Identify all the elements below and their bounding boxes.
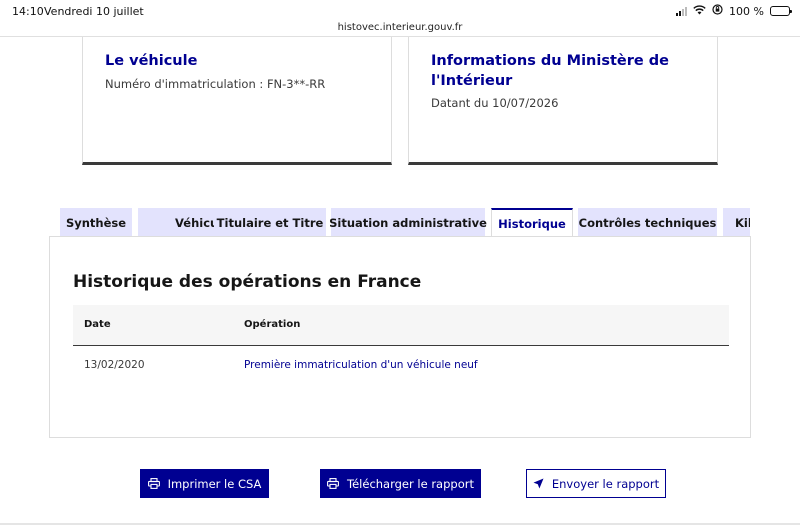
- table-row: 13/02/2020 Première immatriculation d'un…: [73, 347, 729, 387]
- status-time: 14:10: [12, 5, 44, 18]
- ministry-card: Informations du Ministère de l'Intérieur…: [408, 37, 718, 165]
- column-header-operation: Opération: [244, 319, 301, 330]
- ministry-date: Datant du 10/07/2026: [431, 96, 559, 110]
- ministry-card-title: Informations du Ministère de l'Intérieur: [431, 53, 669, 89]
- status-indicators: 100 %: [676, 4, 792, 18]
- history-panel: Historique des opérations en France Date…: [49, 236, 751, 438]
- printer-icon: [327, 478, 339, 489]
- registration-number: Numéro d'immatriculation : FN-3**-RR: [105, 77, 326, 91]
- vehicle-card-title: Le véhicule: [105, 53, 198, 69]
- tab-bar: Synthèse Véhicule Titulaire et Titre Sit…: [60, 208, 750, 237]
- print-csa-button[interactable]: Imprimer le CSA: [140, 469, 269, 498]
- send-report-button[interactable]: Envoyer le rapport: [526, 469, 666, 498]
- battery-percentage: 100 %: [729, 4, 764, 18]
- send-report-label: Envoyer le rapport: [551, 476, 660, 491]
- row-date: 13/02/2020: [84, 359, 145, 371]
- paper-plane-icon: [533, 478, 544, 489]
- wifi-icon: [693, 4, 706, 18]
- tab-controles-techniques[interactable]: Contrôles techniques: [578, 208, 717, 237]
- battery-icon: [770, 6, 792, 16]
- row-operation: Première immatriculation d'un véhicule n…: [244, 359, 478, 371]
- history-title: Historique des opérations en France: [73, 272, 422, 292]
- orientation-lock-icon: [712, 4, 723, 18]
- address-bar[interactable]: histovec.interieur.gouv.fr: [0, 22, 800, 33]
- tab-historique[interactable]: Historique: [491, 208, 573, 237]
- tab-synthese[interactable]: Synthèse: [60, 208, 132, 237]
- tab-titulaire[interactable]: Titulaire et Titre: [214, 208, 326, 237]
- download-report-label: Télécharger le rapport: [347, 476, 474, 491]
- tab-kilometrage[interactable]: Kilo: [723, 208, 750, 237]
- cellular-signal-icon: [676, 6, 688, 16]
- status-date: Vendredi 10 juillet: [44, 5, 144, 18]
- column-header-date: Date: [84, 319, 111, 330]
- printer-icon: [147, 478, 160, 489]
- status-bar: 14:10 Vendredi 10 juillet 100 %: [0, 0, 800, 22]
- table-header: Date Opération: [73, 305, 729, 346]
- print-csa-label: Imprimer le CSA: [167, 476, 262, 491]
- tab-situation-administrative[interactable]: Situation administrative: [329, 208, 487, 237]
- download-report-button[interactable]: Télécharger le rapport: [320, 469, 481, 498]
- vehicle-card: Le véhicule Numéro d'immatriculation : F…: [82, 37, 392, 165]
